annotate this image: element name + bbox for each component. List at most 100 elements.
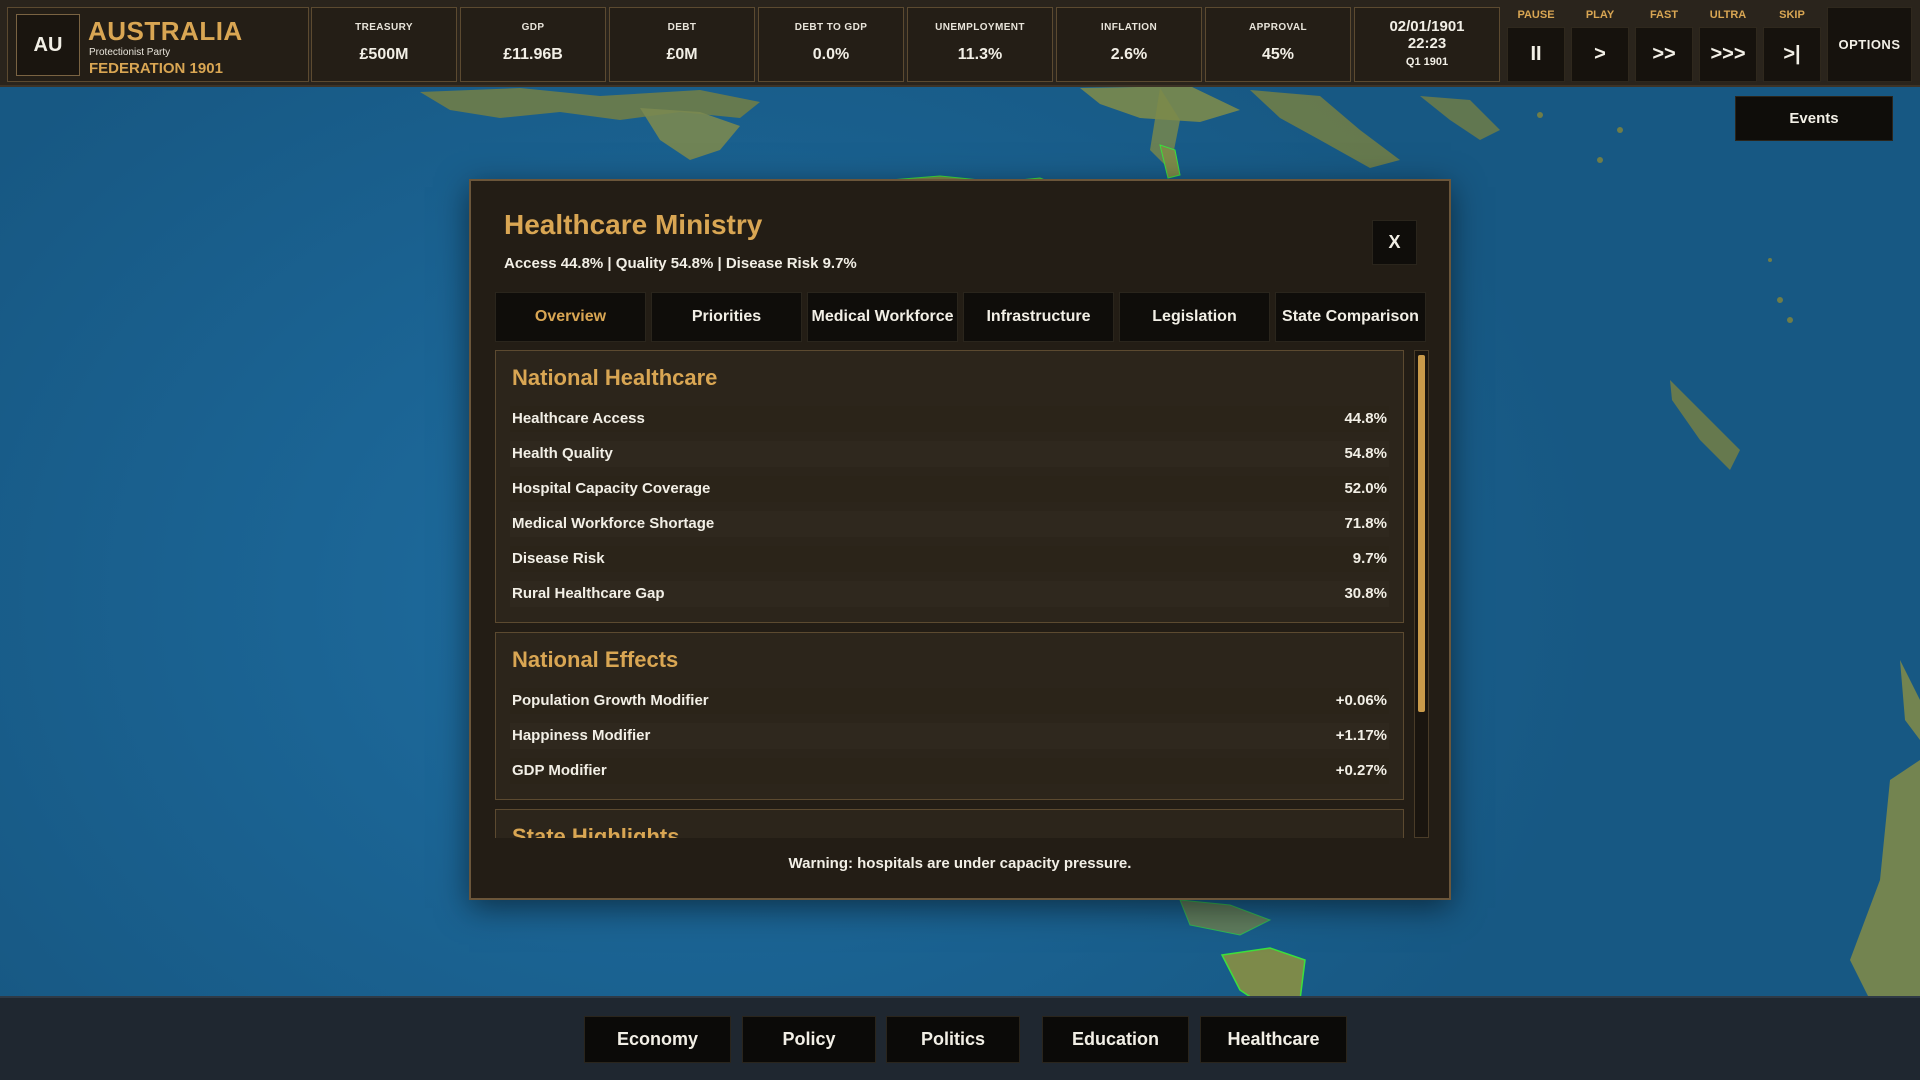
row-label: Disease Risk	[512, 550, 605, 567]
row-value: 44.8%	[1344, 410, 1387, 427]
nav-economy-button[interactable]: Economy	[584, 1016, 731, 1063]
row-value: 54.8%	[1344, 445, 1387, 462]
speed-label: SKIP	[1779, 9, 1805, 21]
tab-priorities[interactable]: Priorities	[651, 292, 802, 342]
table-row: GDP Modifier +0.27%	[510, 758, 1389, 784]
tab-overview[interactable]: Overview	[495, 292, 646, 342]
nav-politics-button[interactable]: Politics	[886, 1016, 1020, 1063]
dialog-title: Healthcare Ministry	[504, 209, 763, 240]
row-value: 71.8%	[1344, 515, 1387, 532]
stat-treasury: TREASURY £500M	[311, 7, 457, 82]
row-label: Healthcare Access	[512, 410, 645, 427]
nation-panel[interactable]: AU AUSTRALIA Protectionist Party FEDERAT…	[7, 7, 309, 82]
table-row: Happiness Modifier +1.17%	[510, 723, 1389, 749]
play-button[interactable]: >	[1571, 27, 1629, 82]
nav-education-button[interactable]: Education	[1042, 1016, 1189, 1063]
stat-value: £0M	[666, 46, 698, 63]
nation-code-flag: AU	[16, 14, 80, 76]
stat-label: DEBT TO GDP	[794, 22, 868, 33]
row-label: Happiness Modifier	[512, 727, 651, 744]
tab-bar: Overview Priorities Medical Workforce In…	[495, 292, 1429, 342]
events-button[interactable]: Events	[1735, 96, 1893, 141]
stat-approval: APPROVAL 45%	[1205, 7, 1351, 82]
speed-label: PLAY	[1585, 9, 1615, 21]
stat-unemployment: UNEMPLOYMENT 11.3%	[907, 7, 1053, 82]
options-button[interactable]: OPTIONS	[1827, 7, 1912, 82]
speed-skip: SKIP >|	[1763, 7, 1821, 82]
stat-value: £500M	[359, 46, 409, 63]
stat-value: 11.3%	[957, 46, 1003, 63]
tab-legislation[interactable]: Legislation	[1119, 292, 1270, 342]
speed-label: ULTRA	[1709, 9, 1747, 21]
stat-label: UNEMPLOYMENT	[935, 22, 1025, 33]
speed-label: FAST	[1649, 9, 1679, 21]
stat-value: 2.6%	[1110, 46, 1148, 63]
stat-debt: DEBT £0M	[609, 7, 755, 82]
row-value: +1.17%	[1335, 727, 1387, 744]
game-date: 02/01/1901 22:23 Q1 1901	[1354, 7, 1500, 82]
speed-pause: PAUSE II	[1507, 7, 1565, 82]
section-title: National Effects	[512, 647, 679, 672]
scrollbar-thumb[interactable]	[1418, 355, 1425, 712]
row-label: Health Quality	[512, 445, 613, 462]
nav-healthcare-button[interactable]: Healthcare	[1200, 1016, 1347, 1063]
section-title: State Highlights	[512, 824, 680, 838]
section-title: National Healthcare	[512, 365, 718, 390]
top-bar: AU AUSTRALIA Protectionist Party FEDERAT…	[0, 0, 1920, 87]
stat-label: APPROVAL	[1248, 22, 1308, 33]
row-value: +0.27%	[1335, 762, 1387, 779]
dialog-summary: Access 44.8% | Quality 54.8% | Disease R…	[504, 255, 857, 272]
stat-label: INFLATION	[1100, 22, 1158, 33]
healthcare-ministry-dialog: Healthcare Ministry Access 44.8% | Quali…	[469, 179, 1451, 900]
stat-value: £11.96B	[503, 46, 563, 63]
capacity-warning: Warning: hospitals are under capacity pr…	[788, 855, 1132, 872]
stat-label: TREASURY	[355, 22, 413, 33]
pause-button[interactable]: II	[1507, 27, 1565, 82]
tab-infrastructure[interactable]: Infrastructure	[963, 292, 1114, 342]
fast-button[interactable]: >>	[1635, 27, 1693, 82]
speed-ultra: ULTRA >>>	[1699, 7, 1757, 82]
tab-medical-workforce[interactable]: Medical Workforce	[807, 292, 958, 342]
row-value: 30.8%	[1344, 585, 1387, 602]
stat-gdp: GDP £11.96B	[460, 7, 606, 82]
section-national-healthcare: National Healthcare Healthcare Access 44…	[495, 350, 1404, 623]
skip-button[interactable]: >|	[1763, 27, 1821, 82]
table-row: Health Quality 54.8%	[510, 441, 1389, 467]
nation-name: AUSTRALIA	[88, 16, 243, 46]
overview-scroll-area[interactable]: National Healthcare Healthcare Access 44…	[495, 350, 1412, 838]
table-row: Rural Healthcare Gap 30.8%	[510, 581, 1389, 607]
row-label: Rural Healthcare Gap	[512, 585, 665, 602]
speed-label: PAUSE	[1517, 9, 1555, 21]
close-button[interactable]: X	[1372, 220, 1417, 265]
stat-value: 45%	[1261, 46, 1295, 63]
table-row: Hospital Capacity Coverage 52.0%	[510, 476, 1389, 502]
era-label: FEDERATION 1901	[89, 60, 223, 77]
scrollbar[interactable]	[1414, 350, 1429, 838]
table-row: Population Growth Modifier +0.06%	[510, 688, 1389, 714]
time-text: 22:23	[1407, 35, 1447, 52]
stat-inflation: INFLATION 2.6%	[1056, 7, 1202, 82]
stat-label: DEBT	[667, 22, 697, 33]
nav-policy-button[interactable]: Policy	[742, 1016, 876, 1063]
speed-fast: FAST >>	[1635, 7, 1693, 82]
section-national-effects: National Effects Population Growth Modif…	[495, 632, 1404, 800]
stat-label: GDP	[521, 22, 545, 33]
stat-debt-to-gdp: DEBT TO GDP 0.0%	[758, 7, 904, 82]
row-label: Hospital Capacity Coverage	[512, 480, 711, 497]
row-value: 9.7%	[1352, 550, 1387, 567]
date-text: 02/01/1901	[1389, 18, 1465, 35]
table-row: Disease Risk 9.7%	[510, 546, 1389, 572]
row-label: Population Growth Modifier	[512, 692, 709, 709]
row-value: 52.0%	[1344, 480, 1387, 497]
tab-state-comparison[interactable]: State Comparison	[1275, 292, 1426, 342]
ruling-party: Protectionist Party	[89, 47, 171, 58]
bottom-nav-bar: Economy Policy Politics Education Health…	[0, 996, 1920, 1080]
row-value: +0.06%	[1335, 692, 1387, 709]
row-label: GDP Modifier	[512, 762, 607, 779]
quarter-text: Q1 1901	[1405, 56, 1449, 68]
speed-play: PLAY >	[1571, 7, 1629, 82]
ultra-button[interactable]: >>>	[1699, 27, 1757, 82]
table-row: Medical Workforce Shortage 71.8%	[510, 511, 1389, 537]
stat-value: 0.0%	[812, 46, 850, 63]
section-state-highlights: State Highlights	[495, 809, 1404, 838]
